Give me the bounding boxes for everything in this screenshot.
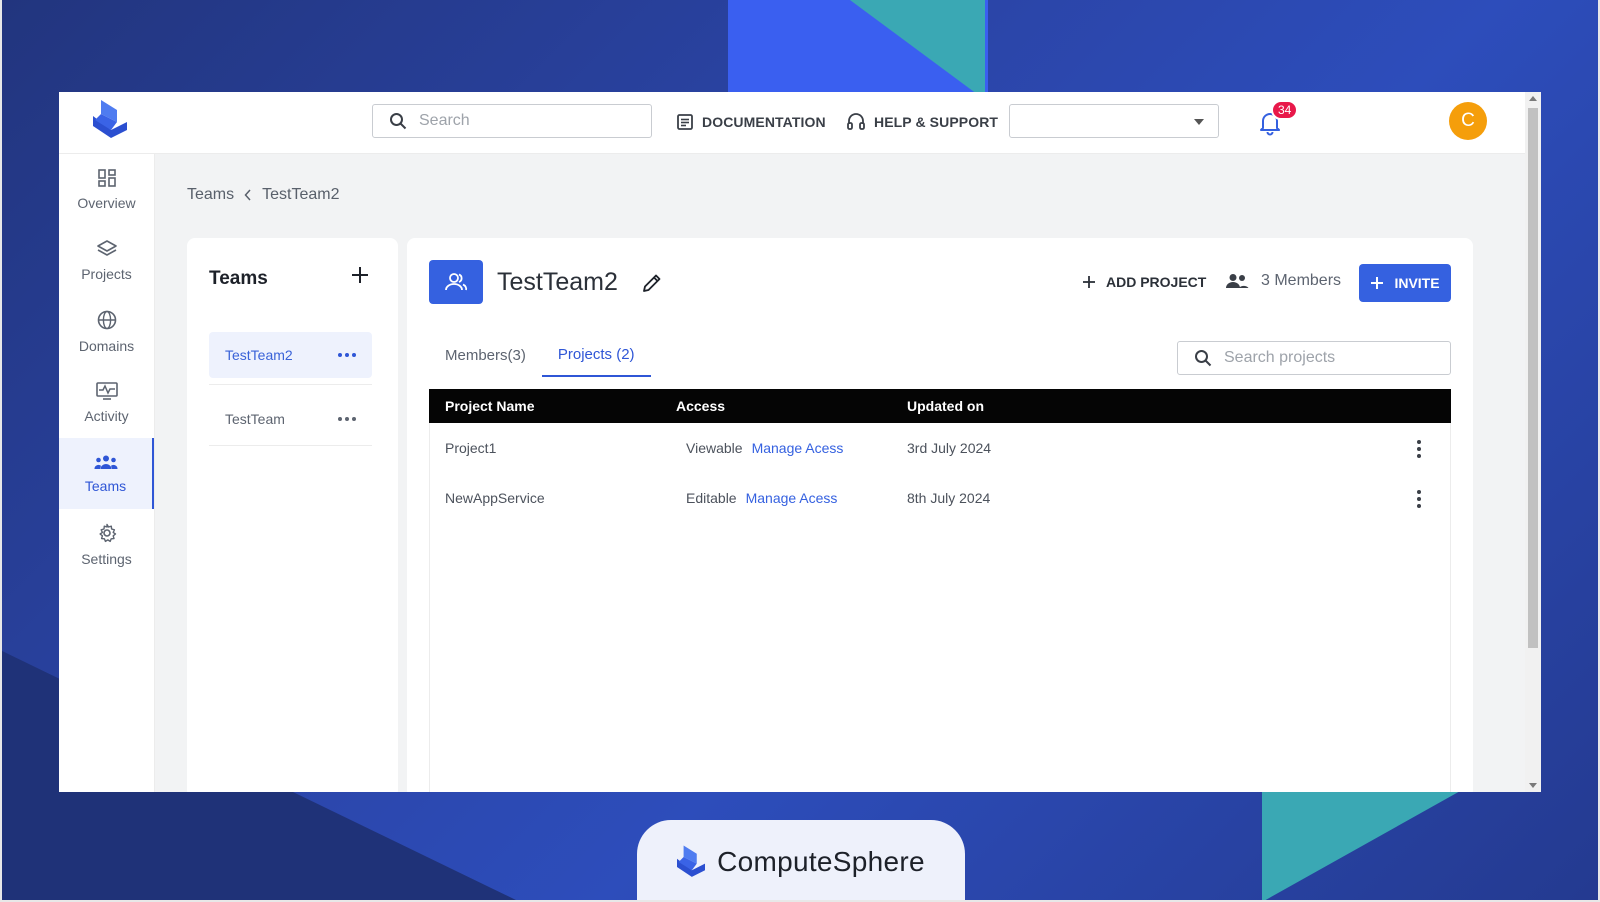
scroll-up-icon[interactable] xyxy=(1529,96,1537,101)
tab-bar: Members(3) Projects (2) xyxy=(429,333,651,377)
updated-on-cell: 8th July 2024 xyxy=(907,490,991,506)
logo-icon[interactable] xyxy=(93,100,127,140)
avatar[interactable]: C xyxy=(1449,102,1487,140)
updated-on-cell: 3rd July 2024 xyxy=(907,440,992,456)
notification-badge: 34 xyxy=(1271,100,1299,120)
project-search-input[interactable] xyxy=(1224,349,1424,367)
table-row: NewAppService Editable Manage Acess 8th … xyxy=(429,473,1451,523)
sidebar-item-projects[interactable]: Projects xyxy=(59,225,154,296)
workspace-dropdown[interactable] xyxy=(1009,104,1219,138)
tab-members[interactable]: Members(3) xyxy=(429,333,542,377)
team-list-item-name: TestTeam xyxy=(225,410,285,427)
project-name-cell: Project1 xyxy=(445,440,497,456)
scrollbar-thumb[interactable] xyxy=(1528,108,1538,648)
sidebar-item-domains[interactable]: Domains xyxy=(59,296,154,367)
plus-icon xyxy=(1371,277,1384,289)
document-icon xyxy=(677,114,693,130)
access-cell: Editable Manage Acess xyxy=(660,490,891,506)
access-level: Viewable xyxy=(686,440,743,456)
brand-name: ComputeSphere xyxy=(717,846,925,877)
sidebar-item-overview[interactable]: Overview xyxy=(59,154,154,225)
brand-banner: ComputeSphere xyxy=(637,820,965,902)
chevron-down-icon xyxy=(1194,119,1204,125)
project-name-cell: NewAppService xyxy=(445,490,545,506)
top-bar: DOCUMENTATION HELP & SUPPORT 34 C xyxy=(59,92,1525,154)
scroll-down-icon[interactable] xyxy=(1529,783,1537,788)
more-vertical-icon[interactable] xyxy=(1417,490,1421,508)
tab-projects[interactable]: Projects (2) xyxy=(541,333,651,377)
sidebar-item-label: Projects xyxy=(81,265,132,282)
breadcrumb-current: TestTeam2 xyxy=(262,186,340,203)
gear-icon xyxy=(98,523,116,542)
teams-panel: Teams TestTeam2 TestTeam xyxy=(187,238,398,792)
search-icon xyxy=(1195,350,1212,367)
breadcrumb: Teams TestTeam2 xyxy=(187,186,340,204)
invite-button[interactable]: INVITE xyxy=(1359,264,1451,302)
sidebar-item-label: Teams xyxy=(84,477,127,494)
table-row: Project1 Viewable Manage Acess 3rd July … xyxy=(429,423,1451,473)
pencil-icon[interactable] xyxy=(641,272,663,294)
teams-panel-title: Teams xyxy=(209,268,268,289)
scrollbar[interactable] xyxy=(1525,92,1541,792)
layers-icon xyxy=(96,239,117,256)
team-list-item[interactable]: TestTeam2 xyxy=(209,332,372,378)
invite-label: INVITE xyxy=(1394,275,1440,291)
logo-icon xyxy=(677,845,706,877)
team-title: TestTeam2 xyxy=(497,268,618,296)
manage-access-link[interactable]: Manage Acess xyxy=(746,490,838,506)
search-box[interactable] xyxy=(372,104,652,138)
add-project-button[interactable]: ADD PROJECT xyxy=(1082,274,1206,290)
sidebar-item-settings[interactable]: Settings xyxy=(59,509,154,580)
more-vertical-icon[interactable] xyxy=(1417,440,1421,458)
app-window: DOCUMENTATION HELP & SUPPORT 34 C xyxy=(59,92,1541,792)
sidebar-item-activity[interactable]: Activity xyxy=(59,367,154,438)
divider xyxy=(209,384,372,385)
activity-icon xyxy=(95,381,118,400)
project-search-box[interactable] xyxy=(1177,341,1451,375)
access-cell: Viewable Manage Acess xyxy=(660,440,891,456)
team-detail-panel: TestTeam2 ADD PROJECT 3 Members INVITE M… xyxy=(407,238,1473,792)
help-support-label: HELP & SUPPORT xyxy=(874,114,999,130)
more-horizontal-icon[interactable] xyxy=(338,416,356,421)
projects-table: Project Name Access Updated on Project1 … xyxy=(429,389,1451,523)
sidebar-item-label: Activity xyxy=(84,407,129,424)
team-icon xyxy=(93,455,118,469)
team-list-item-name: TestTeam2 xyxy=(225,347,293,363)
documentation-link[interactable]: DOCUMENTATION xyxy=(676,109,826,135)
sidebar: Overview Projects Domains Activity Teams… xyxy=(59,154,155,792)
team-avatar xyxy=(429,260,483,304)
add-team-icon[interactable] xyxy=(349,264,371,286)
plus-icon xyxy=(1083,276,1095,288)
team-list-item[interactable]: TestTeam xyxy=(209,392,372,446)
team-outline-icon xyxy=(445,273,468,291)
members-count[interactable]: 3 Members xyxy=(1225,272,1341,290)
help-support-link[interactable]: HELP & SUPPORT xyxy=(846,109,998,135)
table-header: Project Name Access Updated on xyxy=(429,389,1451,423)
people-icon xyxy=(1226,274,1249,288)
column-header-access: Access xyxy=(676,398,726,414)
sidebar-item-teams[interactable]: Teams xyxy=(59,438,154,509)
manage-access-link[interactable]: Manage Acess xyxy=(752,440,844,456)
breadcrumb-parent[interactable]: Teams xyxy=(187,186,234,204)
globe-icon xyxy=(97,310,116,329)
members-count-label: 3 Members xyxy=(1261,272,1342,289)
chevron-left-icon xyxy=(244,189,251,201)
column-header-project-name: Project Name xyxy=(445,398,535,414)
dashboard-icon xyxy=(97,168,116,187)
column-header-updated-on: Updated on xyxy=(907,398,984,414)
search-input[interactable] xyxy=(419,112,619,130)
sidebar-item-label: Overview xyxy=(77,194,136,211)
documentation-label: DOCUMENTATION xyxy=(702,114,826,130)
sidebar-item-label: Settings xyxy=(81,550,132,567)
add-project-label: ADD PROJECT xyxy=(1106,274,1207,290)
access-level: Editable xyxy=(686,490,737,506)
search-icon xyxy=(390,113,407,130)
more-horizontal-icon[interactable] xyxy=(338,353,356,357)
headset-icon xyxy=(847,113,865,130)
sidebar-item-label: Domains xyxy=(78,337,135,354)
